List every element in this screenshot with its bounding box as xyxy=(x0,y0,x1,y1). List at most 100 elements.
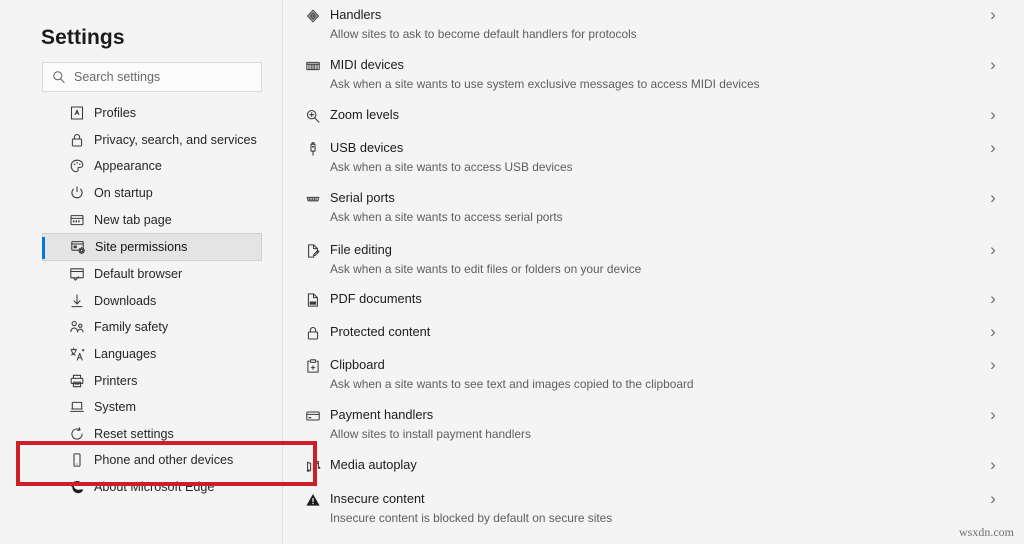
permission-row-file-editing[interactable]: File editing Ask when a site wants to edi… xyxy=(284,240,1024,279)
search-settings-box[interactable] xyxy=(42,62,262,92)
sidebar-nav-list: Profiles Privacy, search, and services App… xyxy=(0,100,283,500)
languages-icon xyxy=(69,346,85,362)
default-browser-icon xyxy=(69,266,85,282)
sidebar-item-label: Family safety xyxy=(94,320,169,335)
sidebar-item-reset-settings[interactable]: Reset settings xyxy=(0,421,283,448)
chevron-right-icon[interactable]: › xyxy=(986,322,1000,341)
permission-row-title: Serial ports xyxy=(330,190,395,205)
site-permissions-icon xyxy=(70,239,86,255)
permission-row-serial-ports[interactable]: Serial ports Ask when a site wants to acc… xyxy=(284,188,1024,227)
edge-logo-icon xyxy=(69,479,85,495)
permission-row-title: MIDI devices xyxy=(330,57,404,72)
chevron-right-icon[interactable]: › xyxy=(986,5,1000,24)
permission-row-pdf-documents[interactable]: PDF documents › xyxy=(284,289,1024,309)
site-permissions-list: Handlers Allow sites to ask to become def… xyxy=(284,0,1024,544)
permission-row-clipboard[interactable]: Clipboard Ask when a site wants to see te… xyxy=(284,355,1024,394)
permission-row-title: Insecure content xyxy=(330,491,425,506)
sidebar-item-system[interactable]: System xyxy=(0,394,283,421)
chevron-right-icon[interactable]: › xyxy=(986,55,1000,74)
permission-row-description: Ask when a site wants to edit files or f… xyxy=(330,262,642,276)
chevron-right-icon[interactable]: › xyxy=(986,455,1000,474)
new-tab-icon xyxy=(69,212,85,228)
sidebar-item-site-permissions[interactable]: Site permissions xyxy=(42,232,262,261)
file-edit-icon xyxy=(304,242,322,260)
credit-card-icon xyxy=(304,407,322,425)
permission-row-description: Insecure content is blocked by default o… xyxy=(330,511,613,525)
family-icon xyxy=(69,319,85,335)
sidebar-item-label: Phone and other devices xyxy=(94,453,234,468)
sidebar-item-phone-and-other-devices[interactable]: Phone and other devices xyxy=(0,447,283,474)
sidebar-item-label: System xyxy=(94,400,136,415)
permission-row-title: PDF documents xyxy=(330,291,422,306)
chevron-right-icon[interactable]: › xyxy=(986,138,1000,157)
sidebar-item-label: Default browser xyxy=(94,267,183,282)
chevron-right-icon[interactable]: › xyxy=(986,405,1000,424)
chevron-right-icon[interactable]: › xyxy=(986,240,1000,259)
zoom-in-icon xyxy=(304,107,322,125)
profile-card-icon xyxy=(69,105,85,121)
clipboard-icon xyxy=(304,357,322,375)
chevron-right-icon[interactable]: › xyxy=(986,355,1000,374)
permission-row-description: Ask when a site wants to use system excl… xyxy=(330,77,760,91)
sidebar-item-privacy-search-and-services[interactable]: Privacy, search, and services xyxy=(0,127,283,154)
phone-icon xyxy=(69,452,85,468)
permission-row-description: Ask when a site wants to access USB devi… xyxy=(330,160,573,174)
chevron-right-icon[interactable]: › xyxy=(986,188,1000,207)
sidebar-item-label: Reset settings xyxy=(94,426,174,441)
power-icon xyxy=(69,185,85,201)
printer-icon xyxy=(69,373,85,389)
permission-row-title: Media autoplay xyxy=(330,457,417,472)
reset-circle-icon xyxy=(69,426,85,442)
sidebar-item-label: Printers xyxy=(94,373,138,388)
chevron-right-icon[interactable]: › xyxy=(986,489,1000,508)
midi-keyboard-icon xyxy=(304,57,322,75)
permission-row-title: Clipboard xyxy=(330,357,385,372)
sidebar-item-new-tab-page[interactable]: New tab page xyxy=(0,206,283,233)
serial-port-icon xyxy=(304,190,322,208)
search-input[interactable] xyxy=(74,70,242,84)
permission-row-title: Protected content xyxy=(330,324,431,339)
permission-row-title: Zoom levels xyxy=(330,107,399,122)
permission-row-title: Payment handlers xyxy=(330,407,434,422)
music-note-icon xyxy=(304,457,322,475)
sidebar-item-label: Appearance xyxy=(94,159,162,174)
sidebar-item-printers[interactable]: Printers xyxy=(0,367,283,394)
chevron-right-icon[interactable]: › xyxy=(986,105,1000,124)
laptop-icon xyxy=(69,399,85,415)
sidebar-item-downloads[interactable]: Downloads xyxy=(0,288,283,315)
permission-row-title: USB devices xyxy=(330,140,404,155)
usb-icon xyxy=(304,140,322,158)
permission-row-handlers[interactable]: Handlers Allow sites to ask to become def… xyxy=(284,5,1024,44)
settings-sidebar: Settings Profiles Privacy, search, and se… xyxy=(0,0,283,544)
permission-row-description: Ask when a site wants to access serial p… xyxy=(330,210,563,224)
permission-row-usb-devices[interactable]: USB devices Ask when a site wants to acce… xyxy=(284,138,1024,177)
sidebar-item-profiles[interactable]: Profiles xyxy=(0,100,283,127)
permission-row-midi-devices[interactable]: MIDI devices Ask when a site wants to use… xyxy=(284,55,1024,94)
sidebar-item-label: Privacy, search, and services xyxy=(94,132,257,147)
sidebar-item-on-startup[interactable]: On startup xyxy=(0,180,283,207)
sidebar-item-label: Profiles xyxy=(94,106,136,121)
permission-row-description: Ask when a site wants to see text and im… xyxy=(330,377,694,391)
sidebar-item-family-safety[interactable]: Family safety xyxy=(0,314,283,341)
search-icon xyxy=(52,70,66,84)
chevron-right-icon[interactable]: › xyxy=(986,289,1000,308)
sidebar-item-about-microsoft-edge[interactable]: About Microsoft Edge xyxy=(0,474,283,501)
sidebar-item-label: Languages xyxy=(94,347,157,362)
sidebar-item-label: On startup xyxy=(94,186,153,201)
palette-icon xyxy=(69,158,85,174)
permission-row-insecure-content[interactable]: Insecure content Insecure content is bloc… xyxy=(284,489,1024,528)
sidebar-item-languages[interactable]: Languages xyxy=(0,341,283,368)
permission-row-media-autoplay[interactable]: Media autoplay › xyxy=(284,455,1024,475)
permission-row-payment-handlers[interactable]: Payment handlers Allow sites to install p… xyxy=(284,405,1024,444)
sidebar-item-default-browser[interactable]: Default browser xyxy=(0,261,283,288)
sidebar-item-label: Downloads xyxy=(94,293,157,308)
lock-icon xyxy=(69,132,85,148)
padlock-icon xyxy=(304,324,322,342)
permission-row-protected-content[interactable]: Protected content › xyxy=(284,322,1024,342)
warning-triangle-icon xyxy=(304,491,322,509)
permission-row-zoom-levels[interactable]: Zoom levels › xyxy=(284,105,1024,125)
sidebar-item-appearance[interactable]: Appearance xyxy=(0,153,283,180)
watermark: wsxdn.com xyxy=(959,525,1014,539)
page-title: Settings xyxy=(41,26,125,49)
sidebar-item-label: Site permissions xyxy=(95,239,188,254)
